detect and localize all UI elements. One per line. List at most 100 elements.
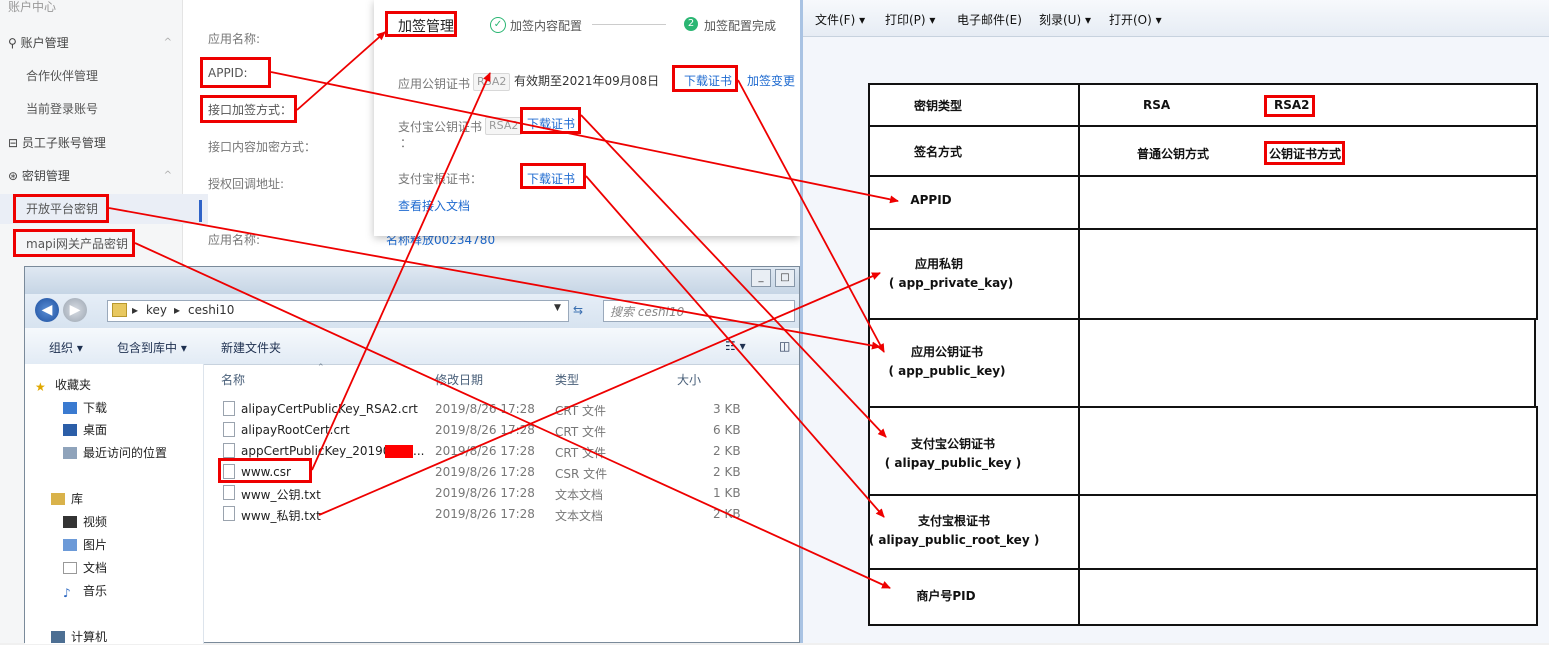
sidebar-item-key-management[interactable]: ⊛ 密钥管理 ^: [0, 161, 190, 191]
sidebar-item-staff[interactable]: ⊟ 员工子账号管理: [0, 128, 190, 158]
colon: ：: [400, 136, 413, 150]
view-options-icon[interactable]: ☷ ▾: [725, 339, 746, 353]
nav-label: 下载: [83, 401, 108, 415]
file-row[interactable]: www_私钥.txt 2019/8/26 17:28 文本文档 2 KB: [213, 504, 793, 525]
library-icon: [51, 493, 65, 505]
nav-documents[interactable]: 文档: [63, 559, 107, 576]
file-type: CRT 文件: [555, 446, 606, 460]
redaction-block: [385, 445, 413, 458]
pictures-icon: [63, 539, 77, 551]
nav-music[interactable]: ♪ 音乐: [63, 582, 107, 600]
column-name[interactable]: 名称: [221, 371, 245, 388]
file-explorer-window: _ □ ◀ ▶ ▸ key ▸ ceshi10 ▼ ⇆ 搜索 ceshi10 组…: [24, 266, 800, 645]
column-size[interactable]: 大小: [677, 371, 701, 388]
file-name: alipayRootCert.crt: [241, 423, 350, 437]
highlight-download-root-cert: [520, 163, 586, 189]
back-arrow-icon[interactable]: ◀: [35, 298, 59, 322]
file-date: 2019/8/26 17:28: [435, 423, 535, 437]
nav-desktop[interactable]: 桌面: [63, 421, 107, 438]
app-public-key-en: ( app_public_key): [888, 364, 1006, 378]
search-placeholder: 搜索 ceshi10: [610, 305, 685, 319]
column-type[interactable]: 类型: [555, 371, 579, 388]
sign-change-link[interactable]: 加签变更: [747, 72, 795, 89]
file-size: 1 KB: [713, 486, 741, 500]
organize-button[interactable]: 组织 ▾: [49, 339, 83, 356]
nav-pictures[interactable]: 图片: [63, 536, 107, 553]
highlight-rsa2: [1264, 95, 1315, 117]
nav-downloads[interactable]: 下载: [63, 399, 107, 416]
file-row[interactable]: www_公钥.txt 2019/8/26 17:28 文本文档 1 KB: [213, 483, 793, 504]
explorer-address-bar: ◀ ▶ ▸ key ▸ ceshi10 ▼ ⇆ 搜索 ceshi10: [25, 294, 799, 328]
menu-burn[interactable]: 刻录(U) ▾: [1039, 11, 1091, 28]
explorer-toolbar: 组织 ▾ 包含到库中 ▾ 新建文件夹 ☷ ▾ ◫: [25, 328, 799, 365]
alipay-public-key-en: ( alipay_public_key ): [884, 456, 1022, 470]
video-icon: [63, 516, 77, 528]
file-row[interactable]: alipayCertPublicKey_RSA2.crt 2019/8/26 1…: [213, 399, 793, 420]
sidebar-item-label: 员工子账号管理: [21, 136, 106, 150]
account-center-title: 账户中心: [8, 0, 57, 14]
file-row[interactable]: alipayRootCert.crt 2019/8/26 17:28 CRT 文…: [213, 420, 793, 441]
sidebar-item-account-management[interactable]: ⚲ 账户管理 ^: [0, 28, 190, 58]
step-divider: [592, 24, 666, 25]
chevron-down-icon[interactable]: ▼: [554, 303, 561, 313]
maximize-button[interactable]: □: [775, 269, 795, 287]
nav-computer[interactable]: 计算机: [51, 628, 107, 645]
search-input[interactable]: 搜索 ceshi10: [603, 300, 795, 322]
sidebar-item-label: 账户管理: [20, 36, 69, 50]
sidebar-item-partner[interactable]: 合作伙伴管理: [0, 61, 208, 91]
step-1-label: 加签内容配置: [510, 19, 583, 33]
key-type-value: RSA: [1143, 98, 1171, 112]
file-size: 6 KB: [713, 423, 741, 437]
file-type: CRT 文件: [555, 404, 606, 418]
chevron-up-icon: ^: [163, 170, 172, 181]
sign-value: 普通公钥方式: [1137, 147, 1210, 161]
app-public-key-label: 应用公钥证书: [910, 345, 983, 359]
nav-label: 计算机: [71, 630, 108, 644]
file-type: CSR 文件: [555, 467, 608, 481]
nav-label: 库: [71, 492, 84, 506]
highlight-download-alipay-cert: [520, 107, 581, 134]
menu-email[interactable]: 电子邮件(E): [957, 11, 1022, 28]
app-private-key-en: ( app_private_kay): [888, 276, 1014, 290]
nav-videos[interactable]: 视频: [63, 513, 107, 530]
view-docs-link[interactable]: 查看接入文档: [398, 197, 470, 214]
file-size: 2 KB: [713, 507, 741, 521]
file-icon: [223, 401, 235, 416]
breadcrumb-key[interactable]: key: [146, 303, 167, 317]
forward-arrow-icon[interactable]: ▶: [63, 298, 87, 322]
nav-label: 文档: [83, 561, 108, 575]
menu-file[interactable]: 文件(F) ▾: [815, 11, 865, 28]
highlight-dialog-title: [385, 11, 457, 37]
sidebar-item-current-account[interactable]: 当前登录账号: [0, 94, 208, 124]
refresh-icon[interactable]: ⇆: [573, 303, 583, 317]
highlight-open-platform-key: [13, 194, 109, 223]
preview-pane-icon[interactable]: ◫: [779, 339, 790, 353]
file-icon: [223, 422, 235, 437]
highlight-cert-method: [1264, 141, 1345, 165]
table-cell-app-public-label: [868, 318, 1080, 408]
appid-row-label: APPID: [910, 193, 952, 207]
table-cell-private-key-value: [1078, 228, 1538, 320]
menu-open[interactable]: 打开(O) ▾: [1109, 11, 1162, 28]
path-input[interactable]: ▸ key ▸ ceshi10 ▼: [107, 300, 569, 322]
nav-label: 最近访问的位置: [83, 446, 168, 460]
include-library-button[interactable]: 包含到库中 ▾: [117, 339, 187, 356]
breadcrumb-ceshi10[interactable]: ceshi10: [188, 303, 234, 317]
nav-recent[interactable]: 最近访问的位置: [63, 444, 167, 461]
file-icon: [223, 443, 235, 458]
nav-libraries[interactable]: 库: [51, 490, 83, 507]
new-folder-button[interactable]: 新建文件夹: [221, 339, 281, 356]
minimize-button[interactable]: _: [751, 269, 771, 287]
step-2-number-icon: 2: [684, 17, 698, 31]
file-size: 3 KB: [713, 402, 741, 416]
highlight-appid: [200, 57, 271, 88]
menu-print[interactable]: 打印(P) ▾: [885, 11, 935, 28]
downloads-icon: [63, 402, 77, 414]
column-date[interactable]: 修改日期: [435, 371, 483, 388]
nav-favorites[interactable]: ★ 收藏夹: [35, 376, 91, 394]
rsa2-tag: RSA2: [473, 73, 511, 91]
table-cell-app-public-value: [1078, 318, 1536, 408]
music-icon: ♪: [63, 586, 71, 600]
staff-icon: ⊟: [8, 136, 22, 150]
file-date: 2019/8/26 17:28: [435, 507, 535, 521]
